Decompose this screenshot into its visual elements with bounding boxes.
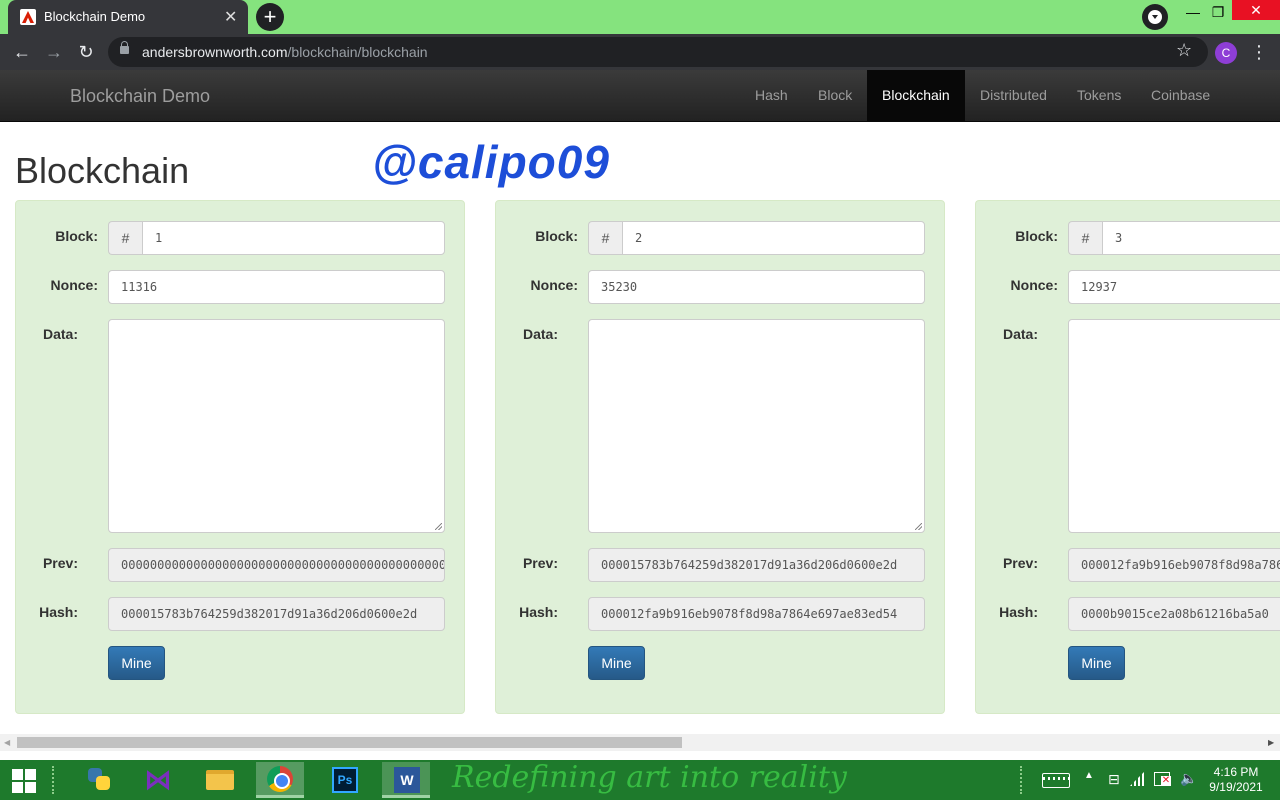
horizontal-scrollbar[interactable]: ◀ ▶: [0, 734, 1280, 751]
mine-button[interactable]: Mine: [108, 646, 165, 680]
battery-icon[interactable]: [1154, 772, 1171, 786]
hash-label: Hash:: [39, 604, 78, 620]
nonce-label: Nonce:: [530, 277, 578, 293]
browser-tab[interactable]: Blockchain Demo ✕: [8, 0, 248, 34]
python-icon[interactable]: [74, 762, 122, 798]
back-arrow-icon[interactable]: ←: [10, 40, 34, 64]
watermark-handle: @calipo09: [372, 136, 610, 188]
taskbar-clock[interactable]: 4:16 PM 9/19/2021: [1200, 765, 1272, 795]
block-number-input[interactable]: 2: [622, 221, 925, 255]
chrome-icon[interactable]: [256, 762, 304, 798]
profile-avatar[interactable]: C: [1215, 42, 1237, 64]
data-label: Data:: [522, 326, 558, 342]
nav-tokens[interactable]: Tokens: [1062, 70, 1136, 121]
block-card-1: Block: # 1 Nonce: 11316 Data: Prev: 0000…: [15, 200, 465, 714]
reload-icon[interactable]: ↻: [74, 40, 98, 64]
block-card-3: Block: # 3 Nonce: 12937 Data: Prev: 0000…: [975, 200, 1280, 714]
clock-time: 4:16 PM: [1213, 765, 1259, 779]
taskbar-divider: [1020, 766, 1022, 794]
tab-title: Blockchain Demo: [44, 9, 146, 24]
chevron-up-icon[interactable]: ▲: [1084, 770, 1094, 781]
nonce-input[interactable]: 35230: [588, 270, 925, 304]
hash-field: 000012fa9b916eb9078f8d98a7864e697ae83ed5…: [588, 597, 925, 631]
address-bar[interactable]: andersbrownworth.com/blockchain/blockcha…: [108, 37, 1208, 67]
nonce-label: Nonce:: [1010, 277, 1058, 293]
volume-icon[interactable]: 🔈: [1180, 770, 1197, 787]
nav-block[interactable]: Block: [803, 70, 867, 121]
data-textarea[interactable]: [108, 319, 445, 533]
windows-start-icon[interactable]: [0, 762, 48, 798]
scrollbar-thumb[interactable]: [17, 737, 682, 748]
taskbar-divider: [52, 766, 54, 794]
bookmark-star-icon[interactable]: ☆: [1176, 40, 1192, 61]
site-navbar: Blockchain Demo Hash Block Blockchain Di…: [0, 70, 1280, 122]
hash-addon: #: [588, 221, 622, 255]
data-textarea[interactable]: [588, 319, 925, 533]
forward-arrow-icon[interactable]: →: [42, 40, 66, 64]
visual-studio-icon[interactable]: ⋈: [134, 762, 182, 798]
data-label: Data:: [42, 326, 78, 342]
tab-close-icon[interactable]: ✕: [224, 7, 237, 27]
prev-hash-field: 000015783b764259d382017d91a36d206d0600e2…: [588, 548, 925, 582]
block-label: Block:: [1015, 228, 1058, 244]
mine-button[interactable]: Mine: [1068, 646, 1125, 680]
url-text[interactable]: andersbrownworth.com/blockchain/blockcha…: [142, 44, 428, 60]
prev-label: Prev:: [42, 555, 78, 571]
data-label: Data:: [1002, 326, 1038, 342]
close-window-button[interactable]: ✕: [1232, 0, 1280, 20]
prev-label: Prev:: [522, 555, 558, 571]
lock-icon[interactable]: [120, 41, 129, 54]
hash-label: Hash:: [999, 604, 1038, 620]
adobe-favicon-icon: [20, 9, 36, 25]
network-icon[interactable]: ⊟: [1108, 771, 1120, 788]
mine-button[interactable]: Mine: [588, 646, 645, 680]
nonce-input[interactable]: 11316: [108, 270, 445, 304]
nav-distributed[interactable]: Distributed: [965, 70, 1062, 121]
hash-addon: #: [1068, 221, 1102, 255]
hash-label: Hash:: [519, 604, 558, 620]
scroll-right-icon[interactable]: ▶: [1268, 738, 1274, 747]
nonce-input[interactable]: 12937: [1068, 270, 1280, 304]
block-number-input[interactable]: 1: [142, 221, 445, 255]
nav-coinbase[interactable]: Coinbase: [1136, 70, 1225, 121]
browser-toolbar: ← → ↻ andersbrownworth.com/blockchain/bl…: [0, 34, 1280, 70]
hash-field: 0000b9015ce2a08b61216ba5a0: [1068, 597, 1280, 631]
file-explorer-icon[interactable]: [196, 762, 244, 798]
nonce-label: Nonce:: [50, 277, 98, 293]
prev-hash-field: 000012fa9b916eb9078f8d98a7864e697ae83ed5…: [1068, 548, 1280, 582]
clock-date: 9/19/2021: [1209, 780, 1263, 794]
photoshop-icon[interactable]: Ps: [320, 762, 368, 798]
nav-hash[interactable]: Hash: [740, 70, 803, 121]
prev-hash-field: 0000000000000000000000000000000000000000…: [108, 548, 445, 582]
new-tab-button[interactable]: +: [256, 3, 284, 31]
prev-label: Prev:: [1002, 555, 1038, 571]
keyboard-icon[interactable]: [1042, 773, 1070, 788]
page-title: Blockchain: [15, 150, 190, 191]
tab-search-button[interactable]: [1142, 4, 1168, 30]
browser-tab-strip: Blockchain Demo ✕ + — ❐ ✕: [0, 0, 1280, 34]
nav-blockchain[interactable]: Blockchain: [867, 70, 965, 121]
site-brand-link[interactable]: Blockchain Demo: [70, 86, 210, 107]
data-textarea[interactable]: [1068, 319, 1280, 533]
scroll-left-icon[interactable]: ◀: [4, 738, 10, 747]
wallpaper-tagline: Redefining art into reality: [452, 760, 847, 795]
block-number-input[interactable]: 3: [1102, 221, 1280, 255]
block-label: Block:: [535, 228, 578, 244]
signal-icon[interactable]: [1130, 772, 1144, 786]
word-icon[interactable]: W: [382, 762, 430, 798]
hash-field: 000015783b764259d382017d91a36d206d0600e2…: [108, 597, 445, 631]
more-menu-icon[interactable]: ⋮: [1250, 41, 1268, 63]
hash-addon: #: [108, 221, 142, 255]
windows-taskbar: ⋈ Ps W Redefining art into reality ▲ ⊟ 🔈…: [0, 760, 1280, 800]
block-card-2: Block: # 2 Nonce: 35230 Data: Prev: 0000…: [495, 200, 945, 714]
block-label: Block:: [55, 228, 98, 244]
